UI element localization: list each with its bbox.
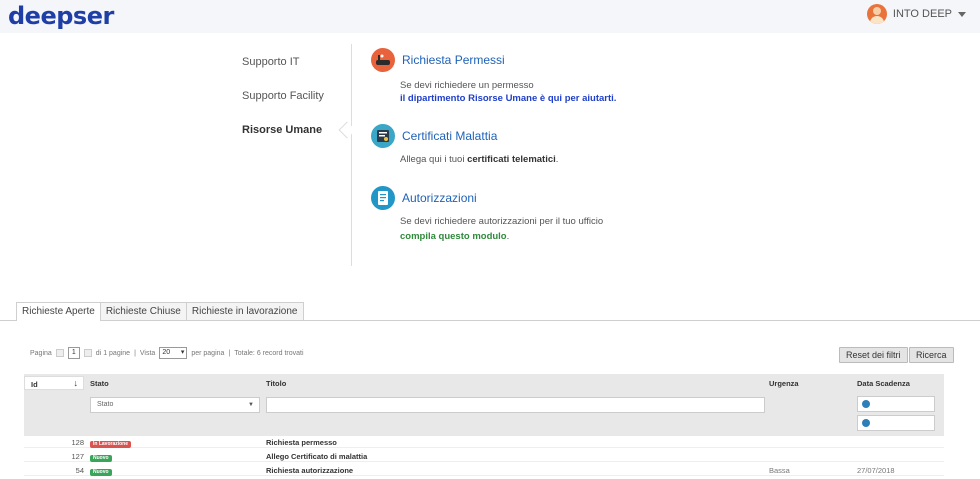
page-label: Pagina <box>30 349 52 357</box>
category-supporto-it[interactable]: Supporto IT <box>242 56 299 68</box>
pager-separator: | <box>228 349 231 357</box>
status-badge: In Lavorazione <box>90 441 132 448</box>
page-input[interactable]: 1 <box>67 347 80 359</box>
category-supporto-facility[interactable]: Supporto Facility <box>242 90 324 102</box>
scadenza-column-header[interactable]: Data Scadenza <box>857 379 910 388</box>
tab-richieste-in-lavorazione[interactable]: Richieste in lavorazione <box>185 302 304 320</box>
service-description: Allega qui i tuoi certificati telematici… <box>400 154 559 165</box>
titolo-column-header[interactable]: Titolo <box>266 379 286 388</box>
row-id: 128 <box>71 438 84 447</box>
urgenza-column-header[interactable]: Urgenza <box>769 379 799 388</box>
row-id: 54 <box>75 466 84 475</box>
request-tabs: Richieste Aperte Richieste Chiuse Richie… <box>16 302 304 321</box>
calendar-icon[interactable] <box>862 400 870 408</box>
tab-richieste-chiuse[interactable]: Richieste Chiuse <box>99 302 187 320</box>
user-name[interactable]: INTO DEEP <box>893 8 952 20</box>
page-count: di 1 pagine <box>95 349 131 357</box>
row-title[interactable]: Richiesta autorizzazione <box>266 466 353 476</box>
reset-filters-button[interactable]: Reset dei filtri <box>839 347 908 363</box>
id-column-header[interactable]: Id ↓ <box>24 376 84 390</box>
row-title[interactable]: Allego Certificato di malattia <box>266 452 367 462</box>
calendar-icon[interactable] <box>862 419 870 427</box>
search-button[interactable]: Ricerca <box>909 347 954 363</box>
pager-separator: | <box>134 349 136 357</box>
tab-richieste-aperte[interactable]: Richieste Aperte <box>16 302 101 321</box>
row-title[interactable]: Richiesta permesso <box>266 438 337 448</box>
service-title[interactable]: Certificati Malattia <box>402 129 497 143</box>
service-form-link-row: compila questo modulo. <box>400 231 510 242</box>
row-id: 127 <box>71 452 84 461</box>
pager: Pagina 1 di 1 pagine | Vista 20 ▾ per pag… <box>30 347 304 359</box>
service-form-link[interactable]: compila questo modulo <box>400 231 507 242</box>
document-icon <box>371 186 395 210</box>
row-urgency: Bassa <box>769 466 790 475</box>
table-row[interactable]: 54 Nuovo Richiesta autorizzazione Bassa … <box>24 466 944 476</box>
certificate-icon <box>371 124 395 148</box>
stato-column-header[interactable]: Stato <box>90 379 109 388</box>
chevron-down-icon: ▾ <box>180 349 185 356</box>
service-title[interactable]: Autorizzazioni <box>402 191 477 205</box>
per-page-select[interactable]: 20 ▾ <box>159 347 188 359</box>
titolo-filter-input[interactable] <box>266 397 765 413</box>
table-row[interactable]: 127 Nuovo Allego Certificato di malattia <box>24 452 944 462</box>
deepser-logo[interactable]: deepser <box>8 2 114 30</box>
next-page-button[interactable] <box>83 349 92 357</box>
total-records: Totale: 6 record trovati <box>234 349 304 357</box>
view-label: Vista <box>139 349 156 357</box>
service-help-link[interactable]: il dipartimento Risorse Umane è qui per … <box>400 93 616 104</box>
chevron-down-icon: ▼ <box>248 402 254 408</box>
table-row[interactable]: 128 In Lavorazione Richiesta permesso <box>24 438 944 448</box>
scadenza-from-input[interactable] <box>857 396 935 412</box>
status-badge: Nuovo <box>90 455 112 462</box>
scadenza-to-input[interactable] <box>857 415 935 431</box>
service-title[interactable]: Richiesta Permessi <box>402 53 505 67</box>
prev-page-button[interactable] <box>55 349 64 357</box>
user-menu[interactable]: INTO DEEP <box>866 4 966 24</box>
sort-down-icon[interactable]: ↓ <box>74 378 79 388</box>
row-due-date: 27/07/2018 <box>857 466 895 475</box>
top-header: deepser INTO DEEP <box>0 0 980 33</box>
user-avatar[interactable] <box>866 4 887 24</box>
service-description: Se devi richiedere un permesso <box>400 80 534 91</box>
active-category-pointer <box>338 121 356 139</box>
category-risorse-umane[interactable]: Risorse Umane <box>242 124 322 136</box>
grid-header: Id ↓ Stato Titolo Urgenza Data Scadenza … <box>24 374 944 436</box>
bathtub-icon <box>371 48 395 72</box>
service-description: Se devi richiedere autorizzazioni per il… <box>400 216 604 227</box>
per-page-label: per pagina <box>191 349 225 357</box>
chevron-down-icon[interactable] <box>958 11 966 17</box>
category-divider <box>351 44 352 266</box>
status-badge: Nuovo <box>90 469 112 476</box>
stato-filter-select[interactable]: Stato ▼ <box>90 397 260 413</box>
